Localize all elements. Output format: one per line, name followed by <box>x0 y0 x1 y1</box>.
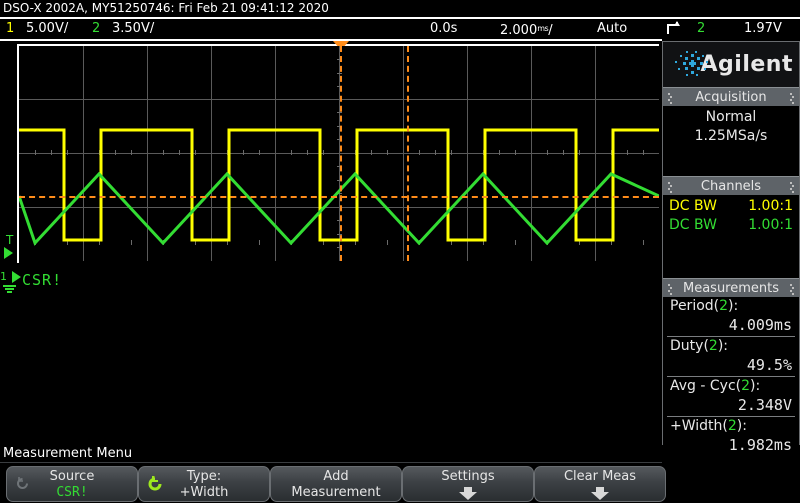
rotary-knob-icon <box>15 476 30 494</box>
status-ch1-scale[interactable]: 5.00V/ <box>26 19 68 39</box>
softkey-settings-label: Settings <box>441 469 495 484</box>
acquisition-panel-body: Normal 1.25MSa/s <box>663 106 799 176</box>
grip-dots-icon <box>790 93 794 104</box>
softkey-add-line2: Measurement <box>291 485 381 500</box>
timebase-value: 2.000 <box>500 23 538 38</box>
softkey-source[interactable]: Source CSR! <box>6 466 138 502</box>
grip-dots-icon <box>790 182 794 193</box>
measurement-label: Avg - Cyc(2): <box>670 378 761 394</box>
status-ch2-scale[interactable]: 3.50V/ <box>112 19 154 39</box>
measurement-name: +Width <box>670 418 723 434</box>
bottom-menu-title: Measurement Menu <box>3 446 133 461</box>
softkey-type[interactable]: Type: +Width <box>138 466 270 502</box>
acquisition-title: Acquisition <box>695 90 767 105</box>
measurement-label: Period(2): <box>670 298 739 314</box>
measurement-value: 4.009ms <box>728 316 792 334</box>
measurements-panel-body: Period(2): 4.009ms Duty(2): 49.5% Avg - … <box>663 297 799 460</box>
trigger-level-arrow-icon[interactable] <box>4 247 13 259</box>
channel-row-2[interactable]: DC BW 1.00:1 <box>667 216 795 235</box>
channels-panel-header[interactable]: Channels <box>663 176 799 195</box>
measurement-name: Duty <box>670 338 704 354</box>
channels-title: Channels <box>700 179 762 194</box>
cursor-vertical-x2[interactable] <box>407 46 409 261</box>
measurement-item[interactable]: Avg - Cyc(2): 2.348V <box>667 377 795 417</box>
acquisition-mode: Normal <box>705 109 757 125</box>
measurement-item[interactable]: +Width(2): 1.982ms <box>667 417 795 456</box>
measurement-value: 2.348V <box>737 396 792 414</box>
channel-ground-arrow-icon[interactable] <box>12 271 21 283</box>
measurement-source: 2 <box>741 378 751 394</box>
measurement-source: 2 <box>719 298 729 314</box>
waveform-display-area[interactable]: T 1 CSR! <box>0 41 662 293</box>
trigger-level-label: T <box>6 233 14 247</box>
grip-dots-icon <box>668 93 672 104</box>
status-delay[interactable]: 0.0s <box>430 19 457 39</box>
channels-panel-body: DC BW 1.00:1 DC BW 1.00:1 <box>663 195 799 278</box>
down-arrow-icon <box>459 492 477 500</box>
ground-symbol-icon <box>3 284 16 294</box>
acquisition-panel-header[interactable]: Acquisition <box>663 87 799 106</box>
softkey-clear-meas[interactable]: Clear Meas <box>534 466 666 502</box>
measurement-name: Avg - Cyc <box>670 378 736 394</box>
status-ch1-number[interactable]: 1 <box>6 19 14 39</box>
brand-name: Agilent <box>700 52 793 77</box>
measurement-item[interactable]: Period(2): 4.009ms <box>667 297 795 337</box>
measurement-value: 1.982ms <box>728 436 792 454</box>
softkey-add-measurement[interactable]: Add Measurement <box>270 466 402 502</box>
timebase-units: ms <box>537 24 549 33</box>
channel-2-probe: 1.00:1 <box>748 217 793 233</box>
down-arrow-icon <box>591 492 609 500</box>
measurement-source: 2 <box>708 338 718 354</box>
brand-header: Agilent <box>663 42 799 87</box>
softkey-add-line1: Add <box>323 469 349 484</box>
agilent-logo-icon <box>675 51 708 76</box>
instrument-title-bar: DSO-X 2002A, MY51250746: Fri Feb 21 09:4… <box>0 0 800 17</box>
channel-2-trace <box>19 171 659 246</box>
cursor-status-label: CSR! <box>22 271 63 289</box>
measurement-label: Duty(2): <box>670 338 729 354</box>
rising-edge-icon <box>666 20 680 43</box>
channel-row-1[interactable]: DC BW 1.00:1 <box>667 197 795 216</box>
status-trigger-level[interactable]: 1.97V <box>744 19 782 39</box>
status-ch2-number[interactable]: 2 <box>92 19 100 39</box>
instrument-title-text: DSO-X 2002A, MY51250746: Fri Feb 21 09:4… <box>3 1 329 15</box>
grip-dots-icon <box>790 284 794 295</box>
softkey-settings[interactable]: Settings <box>402 466 534 502</box>
channel-2-coupling: DC BW <box>669 217 717 233</box>
cursor-vertical-x1[interactable] <box>340 46 342 261</box>
measurements-title: Measurements <box>682 281 780 296</box>
measurement-item[interactable]: Duty(2): 49.5% <box>667 337 795 377</box>
measurement-source: 2 <box>727 418 737 434</box>
right-sidebar: Agilent Acquisition Normal 1.25MSa/s Cha… <box>662 41 800 460</box>
timebase-suffix: / <box>548 23 553 38</box>
grip-dots-icon <box>668 182 672 193</box>
softkey-clear-label: Clear Meas <box>563 469 637 484</box>
acquisition-sample-rate: 1.25MSa/s <box>694 128 768 144</box>
oscilloscope-screen: DSO-X 2002A, MY51250746: Fri Feb 21 09:4… <box>0 0 800 503</box>
channel-1-coupling: DC BW <box>669 198 717 214</box>
measurement-value: 49.5% <box>746 356 792 374</box>
status-timebase[interactable]: 2.000ms/ <box>500 19 553 41</box>
channel-ground-label: 1 <box>0 270 7 283</box>
status-trigger-source[interactable]: 2 <box>697 19 705 39</box>
status-sweep-mode[interactable]: Auto <box>597 19 627 39</box>
waveform-traces <box>19 128 659 246</box>
cursor-horizontal-y1[interactable] <box>19 196 659 198</box>
channel-1-trace <box>19 128 659 242</box>
status-bar: 1 5.00V/ 2 3.50V/ 0.0s 2.000ms/ Auto 2 1… <box>0 19 800 39</box>
measurement-label: +Width(2): <box>670 418 747 434</box>
grip-dots-icon <box>668 284 672 295</box>
measurement-name: Period <box>670 298 714 314</box>
channel-1-probe: 1.00:1 <box>748 198 793 214</box>
softkey-bar: Source CSR! Type: +Width Add Measurement… <box>0 464 800 503</box>
bottom-menu-divider <box>0 462 662 463</box>
rotary-knob-icon <box>147 476 163 495</box>
measurements-panel-header[interactable]: Measurements <box>663 278 799 297</box>
